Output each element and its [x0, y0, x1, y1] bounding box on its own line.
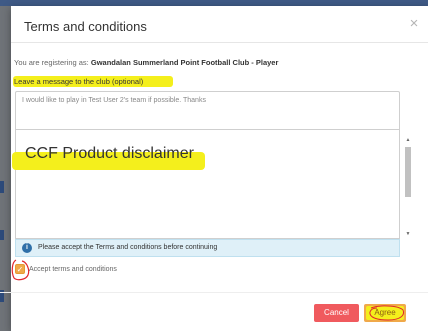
- disclaimer-scrollbar[interactable]: ▲ ▼: [404, 137, 412, 237]
- close-icon[interactable]: ×: [406, 16, 422, 32]
- info-alert-text: Please accept the Terms and conditions b…: [38, 244, 218, 251]
- modal-title: Terms and conditions: [24, 19, 147, 34]
- scroll-thumb[interactable]: [405, 147, 411, 197]
- background-marker: [0, 181, 4, 193]
- scroll-up-icon[interactable]: ▲: [404, 137, 412, 143]
- info-icon: i: [22, 243, 32, 253]
- accept-terms-row[interactable]: ✓ Accept terms and conditions: [15, 264, 215, 276]
- annotation-circle-checkbox: [11, 259, 30, 281]
- background-marker: [0, 230, 4, 240]
- info-alert: i Please accept the Terms and conditions…: [15, 239, 400, 257]
- modal-footer-divider: [0, 292, 428, 293]
- message-text: I would like to play in Test User 2's te…: [22, 97, 206, 104]
- accept-terms-label[interactable]: Accept terms and conditions: [29, 266, 117, 273]
- registering-club: Gwandalan Summerland Point Football Club…: [90, 58, 279, 67]
- message-label: Leave a message to the club (optional): [14, 77, 144, 86]
- modal-header: Terms and conditions ×: [11, 6, 428, 43]
- registering-as-text: You are registering as: Gwandalan Summer…: [14, 58, 278, 67]
- registering-prefix: You are registering as:: [14, 58, 89, 67]
- cancel-button[interactable]: Cancel: [314, 304, 359, 322]
- disclaimer-heading: CCF Product disclaimer: [25, 145, 194, 162]
- scroll-down-icon[interactable]: ▼: [404, 231, 412, 237]
- annotation-circle-agree: [369, 305, 404, 321]
